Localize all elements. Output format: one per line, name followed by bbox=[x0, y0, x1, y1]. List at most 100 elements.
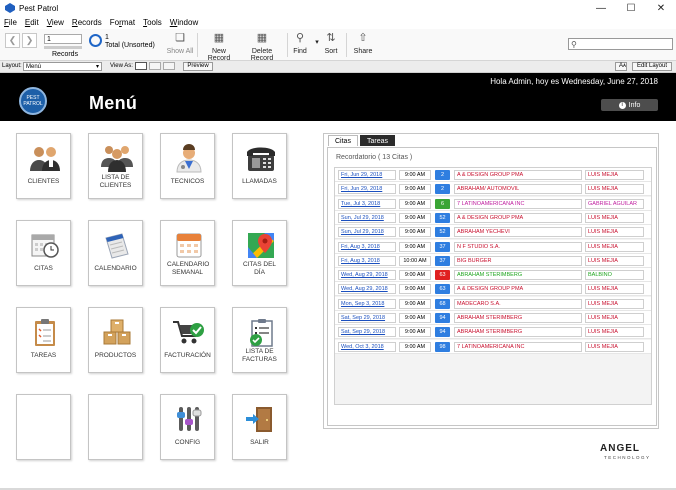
table-row[interactable]: Fri, Jun 29, 2018 9:00 AM 2 A & DESIGN GROU… bbox=[335, 168, 651, 182]
appointments-panel: Citas Tareas Recordatorio ( 13 Citas ) F… bbox=[323, 133, 659, 429]
new-record-button[interactable]: ▦ New Record bbox=[200, 32, 238, 62]
view-form-button[interactable] bbox=[135, 62, 147, 70]
tile-citas-del-dia[interactable]: CITAS DEL DÍA bbox=[232, 220, 287, 286]
tile-label: TAREAS bbox=[30, 352, 57, 359]
appointment-time: 9:00 AM bbox=[399, 298, 431, 309]
tile-facturacion[interactable]: FACTURACIÓN bbox=[160, 307, 215, 373]
table-row[interactable]: Sat, Sep 29, 2018 9:00 AM 94 ABRAHAM STERIM… bbox=[335, 311, 651, 325]
table-row[interactable]: Wed, Aug 29, 2018 9:00 AM 63 ABRAHAM STERIM… bbox=[335, 268, 651, 283]
table-row[interactable]: Sun, Jul 29, 2018 9:00 AM 52 ABRAHAM YECHEV… bbox=[335, 225, 651, 240]
delete-record-button[interactable]: ▦ Delete Record bbox=[240, 32, 284, 62]
menu-file[interactable]: File bbox=[4, 18, 17, 27]
tab-citas[interactable]: Citas bbox=[328, 135, 358, 146]
tile-llamadas[interactable]: LLAMADAS bbox=[232, 133, 287, 199]
appointment-client: ABRAHAM STERIMBERG bbox=[454, 313, 582, 323]
tile-config[interactable]: CONFIG bbox=[160, 394, 215, 460]
appointment-time: 9:00 AM bbox=[399, 241, 431, 252]
find-dropdown-button[interactable]: ▾ bbox=[312, 38, 322, 46]
appointment-date-link[interactable]: Sat, Sep 29, 2018 bbox=[338, 313, 396, 323]
tile-label: LLAMADAS bbox=[242, 178, 277, 185]
table-row[interactable]: Wed, Aug 29, 2018 9:00 AM 63 A & DESIGN GRO… bbox=[335, 282, 651, 297]
appointment-date-link[interactable]: Wed, Aug 29, 2018 bbox=[338, 284, 396, 295]
appointment-date-link[interactable]: Fri, Jun 29, 2018 bbox=[338, 184, 396, 195]
minimize-button[interactable]: — bbox=[586, 0, 616, 16]
appointment-date-link[interactable]: Fri, Jun 29, 2018 bbox=[338, 170, 396, 180]
edit-layout-button[interactable]: Edit Layout bbox=[632, 62, 672, 71]
appointment-date-link[interactable]: Wed, Oct 3, 2018 bbox=[338, 341, 396, 352]
menu-records[interactable]: Records bbox=[72, 18, 102, 27]
appointment-date-link[interactable]: Fri, Aug 3, 2018 bbox=[338, 255, 396, 266]
appointment-time: 9:00 AM bbox=[399, 227, 431, 238]
view-list-button[interactable] bbox=[149, 62, 161, 70]
menu-edit[interactable]: Edit bbox=[25, 18, 39, 27]
appointment-technician: LUIS MEJIA bbox=[585, 227, 644, 238]
tile-citas[interactable]: CITAS bbox=[16, 220, 71, 286]
table-row[interactable]: Mon, Sep 3, 2018 9:00 AM 68 MADECARO S.A. LU… bbox=[335, 296, 651, 311]
close-button[interactable]: ✕ bbox=[646, 0, 676, 16]
table-row[interactable]: Fri, Jun 29, 2018 9:00 AM 2 ABRAHAM/ AUTOMO… bbox=[335, 182, 651, 197]
appointment-client: A & DESIGN GROUP PMA bbox=[454, 212, 582, 223]
toolbar: ❮ ❯ 1 Records 1 Total (Unsorted) ❏ Show … bbox=[0, 29, 676, 62]
tile-tareas[interactable]: TAREAS bbox=[16, 307, 71, 373]
toolbar-separator bbox=[197, 33, 198, 57]
table-row[interactable]: Fri, Aug 3, 2018 10:00 AM 37 BIG BURGER LUIS… bbox=[335, 253, 651, 268]
table-row[interactable]: Fri, Aug 3, 2018 9:00 AM 37 N F STUDIO S.A.… bbox=[335, 239, 651, 254]
show-all-button[interactable]: ❏ Show All bbox=[166, 32, 194, 55]
find-button[interactable]: ⚲ Find bbox=[290, 32, 310, 55]
table-row[interactable]: Wed, Oct 3, 2018 9:00 AM 98 7 LATINOAMERICA… bbox=[335, 339, 651, 354]
appointment-date-link[interactable]: Mon, Sep 3, 2018 bbox=[338, 298, 396, 309]
table-row[interactable]: Sat, Sep 29, 2018 9:00 AM 94 ABRAHAM STERIM… bbox=[335, 325, 651, 340]
appointment-number-badge: 63 bbox=[435, 284, 450, 295]
next-record-button[interactable]: ❯ bbox=[22, 33, 37, 48]
tile-productos[interactable]: PRODUCTOS bbox=[88, 307, 143, 373]
menu-tools[interactable]: Tools bbox=[143, 18, 162, 27]
tile-calendario-semanal[interactable]: CALENDARIO SEMANAL bbox=[160, 220, 215, 286]
sort-button[interactable]: ⇅ Sort bbox=[322, 32, 340, 55]
company-logo: PEST PATROL bbox=[19, 87, 47, 115]
font-size-button[interactable]: Aᴀ bbox=[615, 62, 627, 71]
appointment-date-link[interactable]: Tue, Jul 3, 2018 bbox=[338, 198, 396, 209]
appointment-technician: LUIS MEJIA bbox=[585, 327, 644, 338]
appointment-number-badge: 63 bbox=[435, 270, 450, 281]
appointment-date-link[interactable]: Sun, Jul 29, 2018 bbox=[338, 212, 396, 223]
appointment-date-link[interactable]: Fri, Aug 3, 2018 bbox=[338, 241, 396, 252]
layout-select[interactable]: Menú bbox=[23, 62, 102, 71]
menu-view[interactable]: View bbox=[47, 18, 64, 27]
tile-clientes[interactable]: CLIENTES bbox=[16, 133, 71, 199]
tile-tecnicos[interactable]: TECNICOS bbox=[160, 133, 215, 199]
search-field[interactable]: ⚲ bbox=[568, 38, 673, 50]
menu-format[interactable]: Format bbox=[110, 18, 135, 27]
menu-window[interactable]: Window bbox=[170, 18, 198, 27]
tile-empty-13[interactable] bbox=[88, 394, 143, 460]
tile-lista-de-facturas[interactable]: LISTA DE FACTURAS bbox=[232, 307, 287, 373]
appointment-time: 9:00 AM bbox=[399, 284, 431, 295]
appointment-date-link[interactable]: Sat, Sep 29, 2018 bbox=[338, 327, 396, 338]
tile-calendario[interactable]: CALENDARIO bbox=[88, 220, 143, 286]
record-slider[interactable] bbox=[44, 46, 82, 49]
tile-lista-de-clientes[interactable]: LISTA DE CLIENTES bbox=[88, 133, 143, 199]
view-table-button[interactable] bbox=[163, 62, 175, 70]
find-label: Find bbox=[293, 48, 307, 55]
appointment-time: 9:00 AM bbox=[399, 184, 431, 195]
window-title: Pest Patrol bbox=[19, 3, 59, 13]
previous-record-button[interactable]: ❮ bbox=[5, 33, 20, 48]
tile-empty-12[interactable] bbox=[16, 394, 71, 460]
appointments-list[interactable]: Fri, Jun 29, 2018 9:00 AM 2 A & DESIGN GROU… bbox=[334, 167, 652, 405]
delete-record-label: Delete Record bbox=[250, 48, 274, 62]
brand-subtitle: TECHNOLOGY bbox=[604, 455, 651, 460]
table-row[interactable]: Tue, Jul 3, 2018 9:00 AM 6 7 LATINOAMERICAN… bbox=[335, 196, 651, 211]
table-row[interactable]: Sun, Jul 29, 2018 9:00 AM 52 A & DESIGN GRO… bbox=[335, 210, 651, 225]
maximize-button[interactable]: ☐ bbox=[616, 0, 646, 16]
magnifier-icon: ⚲ bbox=[295, 32, 305, 44]
record-number-input[interactable]: 1 bbox=[44, 34, 82, 44]
info-button[interactable]: i Info bbox=[601, 99, 658, 111]
new-record-icon: ▦ bbox=[213, 32, 225, 44]
info-icon: i bbox=[618, 101, 626, 109]
tile-salir[interactable]: SALIR bbox=[232, 394, 287, 460]
appointment-date-link[interactable]: Wed, Aug 29, 2018 bbox=[338, 270, 396, 281]
appointment-client: BIG BURGER bbox=[454, 255, 582, 266]
share-button[interactable]: ⇧ Share bbox=[352, 32, 374, 55]
tab-tareas[interactable]: Tareas bbox=[360, 135, 396, 146]
appointment-date-link[interactable]: Sun, Jul 29, 2018 bbox=[338, 227, 396, 238]
preview-button[interactable]: Preview bbox=[183, 62, 213, 71]
